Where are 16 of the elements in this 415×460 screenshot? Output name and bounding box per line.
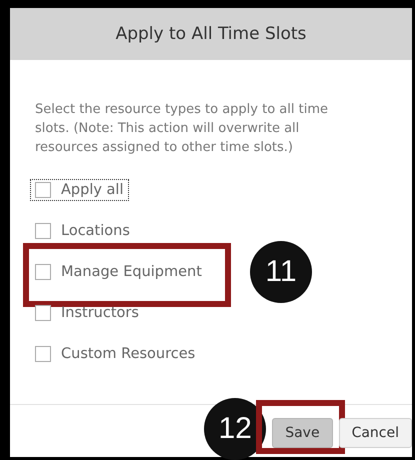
checkbox[interactable] xyxy=(35,304,51,320)
checkbox[interactable] xyxy=(35,182,51,198)
checkbox[interactable] xyxy=(35,222,51,238)
step-number: 12 xyxy=(204,398,266,460)
instruction-text: Select the resource types to apply to all time slots. (Note: This action will overwrite all resources assigned to other time slots.) xyxy=(35,101,329,157)
save-button[interactable]: Save xyxy=(272,418,333,448)
checkbox-option[interactable]: Locations xyxy=(31,220,134,240)
checkbox[interactable] xyxy=(35,264,51,280)
dialog-title: Apply to All Time Slots xyxy=(10,8,412,60)
checkbox[interactable] xyxy=(35,346,51,362)
checkbox-option[interactable]: Manage Equipment xyxy=(31,262,206,282)
step-number: 11 xyxy=(250,241,312,303)
checkbox-option[interactable]: Custom Resources xyxy=(31,344,200,364)
checkbox-option[interactable]: Apply all xyxy=(31,180,128,200)
cancel-button[interactable]: Cancel xyxy=(338,418,412,448)
checkbox-option[interactable]: Instructors xyxy=(31,302,143,322)
